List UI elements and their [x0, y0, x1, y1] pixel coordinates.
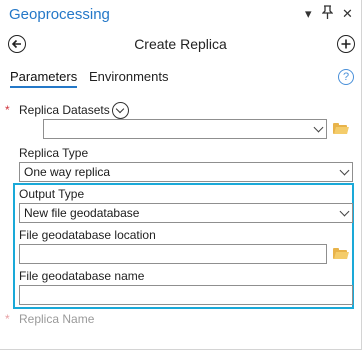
replica-datasets-input[interactable] — [43, 119, 327, 139]
replica-datasets-label: Replica Datasets — [19, 103, 110, 117]
fgdb-location-label: File geodatabase location — [19, 228, 156, 242]
pane-titlebar: Geoprocessing ▾ ✕ — [0, 0, 361, 30]
chevron-down-icon — [313, 122, 324, 133]
tab-parameters[interactable]: Parameters — [10, 69, 78, 88]
tool-title: Create Replica — [134, 36, 227, 52]
tab-environments[interactable]: Environments — [89, 69, 168, 84]
fgdb-name-label: File geodatabase name — [19, 269, 145, 283]
replica-type-select[interactable]: One way replica — [19, 162, 353, 182]
chevron-down-icon — [339, 206, 350, 217]
close-icon[interactable]: ✕ — [342, 6, 353, 22]
replica-type-label: Replica Type — [19, 146, 89, 160]
fgdb-name-input[interactable] — [19, 285, 353, 305]
folder-icon[interactable] — [333, 123, 349, 134]
folder-icon[interactable] — [333, 248, 349, 259]
pane-options-icon[interactable]: ▾ — [305, 6, 312, 22]
output-type-select[interactable]: New file geodatabase — [19, 203, 353, 223]
help-icon[interactable]: ? — [338, 69, 354, 85]
output-type-label: Output Type — [19, 187, 85, 201]
required-marker: * — [5, 312, 10, 326]
required-marker: * — [5, 103, 10, 117]
add-button[interactable] — [337, 35, 355, 53]
output-type-value: New file geodatabase — [24, 206, 140, 220]
tab-strip: Parameters Environments — [0, 66, 361, 90]
plus-icon — [341, 39, 351, 49]
pin-icon[interactable] — [321, 5, 334, 22]
chevron-down-icon[interactable] — [112, 102, 129, 119]
replica-name-label: Replica Name — [19, 312, 95, 326]
pane-title: Geoprocessing — [9, 6, 110, 23]
chevron-down-icon — [339, 165, 350, 176]
fgdb-location-input[interactable] — [19, 244, 327, 264]
geoprocessing-pane: Geoprocessing ▾ ✕ Create Replica Paramet… — [0, 0, 362, 350]
tool-header: Create Replica — [0, 32, 361, 58]
replica-type-value: One way replica — [24, 165, 111, 179]
